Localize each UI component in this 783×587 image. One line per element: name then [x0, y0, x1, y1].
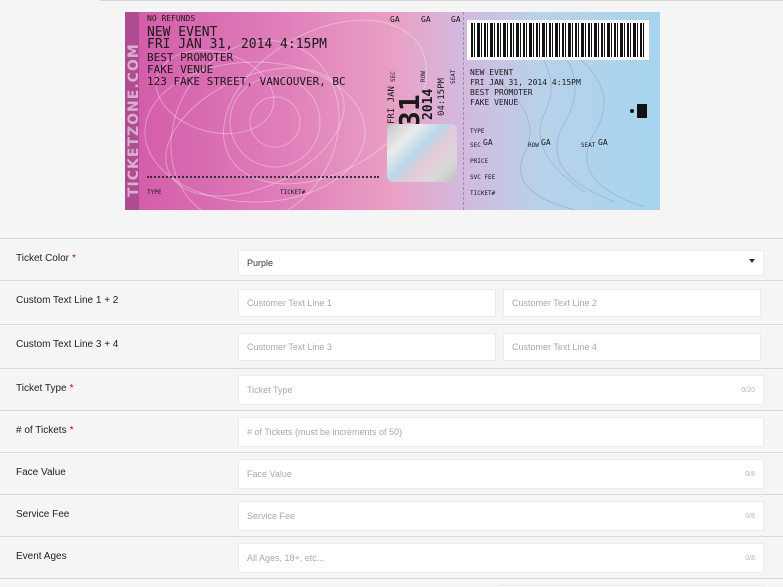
event-address: 123 FAKE STREET, VANCOUVER, BC	[147, 75, 346, 88]
custom-text-line-1-placeholder: Customer Text Line 1	[247, 298, 332, 308]
stub-promoter: BEST PROMOTER	[470, 88, 533, 97]
custom-text-line-4-input[interactable]: Customer Text Line 4	[503, 333, 761, 361]
event-ages-label: Event Ages	[16, 551, 67, 562]
custom-text-line-3-input[interactable]: Customer Text Line 3	[238, 333, 496, 361]
barcode	[467, 20, 649, 60]
stub-ticket-label: TICKET#	[470, 190, 496, 197]
center-year: 2014	[421, 88, 436, 120]
event-ages-counter: 0/8	[745, 554, 755, 562]
center-sec-label: SEC	[390, 71, 397, 82]
stub-marker	[637, 104, 647, 118]
num-tickets-label-text: # of Tickets	[16, 425, 67, 436]
hologram	[387, 124, 457, 182]
center-row-label: ROW	[420, 71, 427, 82]
stub-event-datetime: FRI JAN 31, 2014 4:15PM	[470, 78, 581, 87]
ticket-form: Ticket Color * Purple Custom Text Line 1 …	[0, 238, 783, 587]
stub-sec-label: SEC	[470, 142, 481, 149]
perforation-line	[463, 12, 464, 210]
row-ticket-color: Ticket Color * Purple	[0, 238, 783, 280]
custom-text-12-label: Custom Text Line 1 + 2	[16, 295, 119, 306]
ticket-color-value: Purple	[247, 258, 274, 268]
face-value-input[interactable]: Face Value 0/8	[238, 459, 764, 489]
custom-text-line-1-input[interactable]: Customer Text Line 1	[238, 289, 496, 317]
row-custom-text-34: Custom Text Line 3 + 4 Customer Text Lin…	[0, 324, 783, 368]
row-event-ages: Event Ages All Ages, 18+, etc... 0/8	[0, 536, 783, 578]
custom-text-line-2-placeholder: Customer Text Line 2	[512, 298, 597, 308]
ticket-type-input[interactable]: Ticket Type 0/20	[238, 375, 764, 405]
stub-svc-fee-label: SVC FEE	[470, 174, 496, 181]
custom-text-line-3-placeholder: Customer Text Line 3	[247, 342, 332, 352]
chevron-down-icon	[749, 259, 755, 263]
stub-event-name: NEW EVENT	[470, 68, 514, 77]
event-ages-input[interactable]: All Ages, 18+, etc... 0/8	[238, 543, 764, 573]
ticket-color-label-text: Ticket Color	[16, 253, 69, 264]
stub-row-label: ROW	[528, 142, 539, 149]
num-tickets-label: # of Tickets *	[16, 425, 73, 436]
stub-venue: FAKE VENUE	[470, 98, 519, 107]
custom-text-34-label: Custom Text Line 3 + 4	[16, 339, 119, 350]
stub-row-value: GA	[541, 138, 551, 147]
service-fee-label: Service Fee	[16, 509, 70, 520]
stub-type-label: TYPE	[470, 128, 485, 135]
stub-marker-dot	[630, 109, 634, 113]
required-mark: *	[69, 383, 74, 394]
stub-seat-value: GA	[598, 138, 608, 147]
row-custom-text-12: Custom Text Line 1 + 2 Customer Text Lin…	[0, 280, 783, 324]
ticket-type-placeholder: Ticket Type	[247, 385, 293, 395]
center-seat-label: SEAT	[450, 69, 457, 84]
face-value-label: Face Value	[16, 467, 66, 478]
ticket-designer-page: TICKETZONE.COM NO REFUNDS NEW EVENT FRI …	[0, 0, 783, 587]
service-fee-placeholder: Service Fee	[247, 511, 296, 521]
service-fee-counter: 0/8	[745, 512, 755, 520]
ticket-preview: TICKETZONE.COM NO REFUNDS NEW EVENT FRI …	[125, 12, 660, 210]
row-face-value: Face Value Face Value 0/8	[0, 452, 783, 494]
brand-vertical-text: TICKETZONE.COM	[126, 43, 142, 197]
row-service-fee: Service Fee Service Fee 0/8	[0, 494, 783, 536]
ticket-color-select[interactable]: Purple	[238, 250, 764, 276]
row-num-tickets: # of Tickets * # of Tickets (must be incr…	[0, 410, 783, 452]
stub-price-label: PRICE	[470, 158, 489, 165]
face-value-counter: 0/8	[745, 470, 755, 478]
event-datetime: FRI JAN 31, 2014 4:15PM	[147, 37, 328, 52]
ga-seat-top: GA	[451, 15, 461, 24]
top-divider	[100, 0, 783, 1]
dotted-divider	[147, 176, 379, 178]
type-label: TYPE	[147, 189, 162, 196]
ticket-type-counter: 0/20	[741, 386, 755, 394]
stub-seat-label: SEAT	[581, 142, 596, 149]
custom-text-line-2-input[interactable]: Customer Text Line 2	[503, 289, 761, 317]
row-ticket-type: Ticket Type * Ticket Type 0/20	[0, 368, 783, 410]
ticket-color-label: Ticket Color *	[16, 253, 76, 264]
stub-sec-value: GA	[483, 138, 493, 147]
required-mark: *	[69, 425, 74, 436]
row-cut-off	[0, 578, 783, 587]
ticket-type-label-text: Ticket Type	[16, 383, 67, 394]
num-tickets-placeholder: # of Tickets (must be increments of 50)	[247, 427, 403, 437]
ga-sec-top: GA	[390, 15, 400, 24]
center-time: 04:15PM	[437, 78, 447, 116]
event-ages-placeholder: All Ages, 18+, etc...	[247, 553, 325, 563]
required-mark: *	[71, 253, 76, 264]
custom-text-line-4-placeholder: Customer Text Line 4	[512, 342, 597, 352]
ga-row-top: GA	[421, 15, 431, 24]
service-fee-input[interactable]: Service Fee 0/8	[238, 501, 764, 531]
no-refunds-text: NO REFUNDS	[147, 14, 196, 23]
ticket-type-label: Ticket Type *	[16, 383, 73, 394]
ticket-number-label: TICKET#	[280, 189, 306, 196]
num-tickets-input[interactable]: # of Tickets (must be increments of 50)	[238, 417, 764, 447]
face-value-placeholder: Face Value	[247, 469, 292, 479]
